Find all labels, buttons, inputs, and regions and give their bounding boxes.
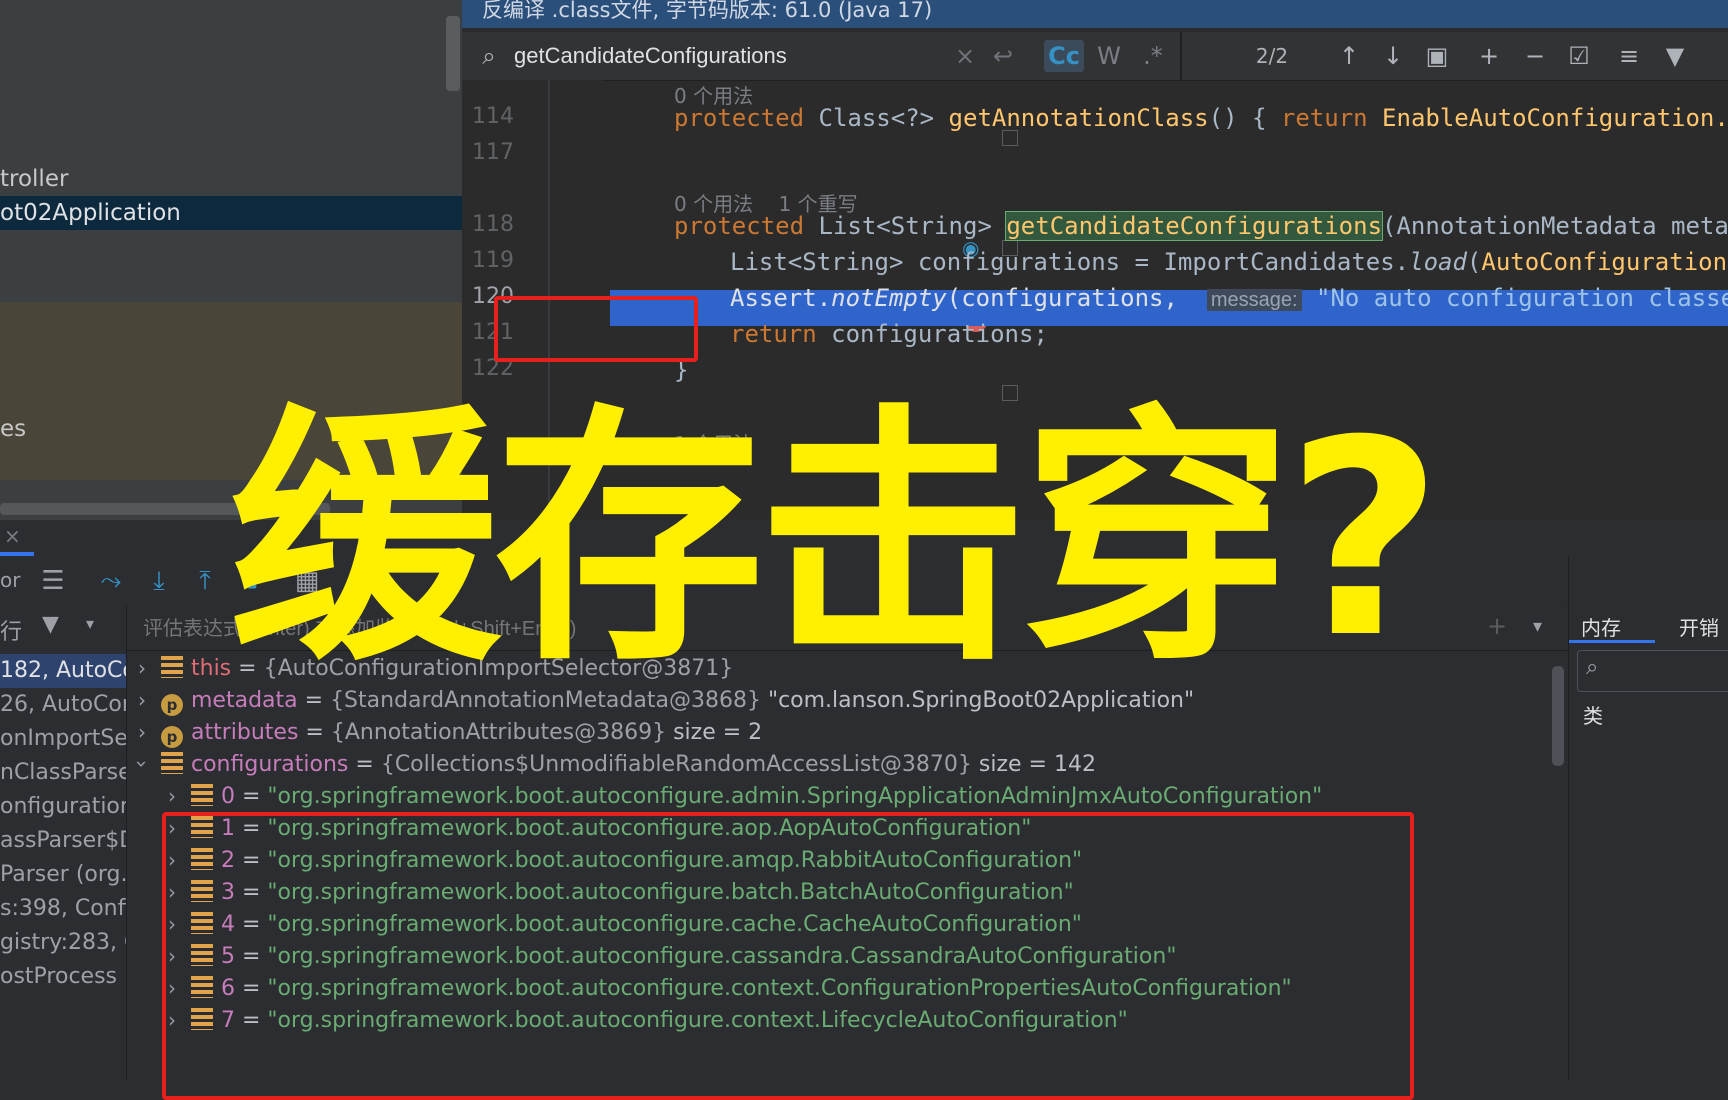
expand-icon: › (168, 784, 176, 808)
code-line-120[interactable]: Assert.notEmpty(configurations, message:… (730, 284, 1728, 312)
frames-list-icon[interactable]: ☰ (36, 564, 70, 598)
expand-icon: › (138, 688, 146, 712)
add-occurrence-icon[interactable]: + (1472, 40, 1506, 72)
project-item-controller[interactable]: troller (0, 162, 462, 196)
list-item-row[interactable]: › 0 = "org.springframework.boot.autoconfi… (157, 779, 1322, 813)
frame-item[interactable]: Parser (org.s (0, 858, 126, 892)
dropdown-icon[interactable]: ▾ (86, 614, 94, 633)
close-icon[interactable]: × (4, 524, 21, 548)
find-bar: ⌕ × ↩ Cc W .* 2/2 ↑ ↓ ▣ + − ☑ ≡ ▼ (462, 32, 1728, 81)
banner-text: 反编译 .class文件, 字节码版本: 61.0 (Java 17) (482, 0, 933, 22)
filter-icon[interactable]: ▼ (1658, 40, 1692, 72)
regex-toggle[interactable]: .* (1136, 40, 1170, 72)
param-icon: p (161, 694, 183, 716)
match-count: 2/2 (1255, 44, 1289, 68)
step-out-icon[interactable]: ⤒ (188, 564, 222, 598)
breakpoint-highlight-box (494, 296, 698, 362)
project-item-label: es (0, 416, 27, 442)
variable-row[interactable]: › p attributes = {AnnotationAttributes@386… (127, 715, 762, 749)
frames-header: 行 (0, 620, 23, 645)
param-icon: p (161, 726, 183, 748)
memory-panel: 内存 开销 ⌕ 类 (1568, 556, 1728, 1080)
match-case-toggle[interactable]: Cc (1044, 40, 1084, 72)
words-toggle[interactable]: W (1092, 40, 1126, 72)
frame-item[interactable]: gistry:283, C (0, 926, 126, 960)
filter-icon[interactable]: ▼ (42, 612, 59, 637)
frames-panel: 行 ▼ ▾ 182, AutoCor 26, AutoCon onImportS… (0, 606, 127, 1080)
next-match-icon[interactable]: ↓ (1376, 40, 1410, 72)
frame-item[interactable]: nClassParser (0, 756, 126, 790)
search-icon[interactable]: ⌕ (472, 40, 506, 72)
collapse-icon: › (130, 760, 154, 768)
line-number: 119 (472, 248, 514, 273)
remove-occurrence-icon[interactable]: − (1518, 40, 1552, 72)
expand-icon: › (138, 720, 146, 744)
tab-overhead[interactable]: 开销 (1679, 612, 1719, 641)
project-item-label: ot02Application (0, 200, 181, 226)
project-item-application[interactable]: ot02Application (0, 196, 462, 230)
configurations-highlight-box (162, 812, 1414, 1100)
step-into-icon[interactable]: ⤓ (142, 564, 176, 598)
project-scrollbar[interactable] (446, 16, 460, 91)
project-item-label: troller (0, 166, 69, 192)
field-icon (161, 656, 183, 678)
code-line-114[interactable]: protected Class<?> getAnnotationClass() … (674, 104, 1728, 132)
decompiled-banner: 反编译 .class文件, 字节码版本: 61.0 (Java 17) (462, 0, 1728, 28)
code-line-121[interactable]: return configurations; (730, 320, 1048, 348)
frame-item[interactable]: onImportSel (0, 722, 126, 756)
expand-icon: › (138, 656, 146, 680)
frame-item[interactable]: 26, AutoCon (0, 688, 126, 722)
frame-item[interactable]: ostProcess (0, 960, 126, 994)
select-occurrences-icon[interactable]: ☑ (1562, 40, 1596, 72)
select-all-icon[interactable]: ▣ (1420, 40, 1454, 72)
search-input[interactable] (512, 38, 916, 74)
toolbar-label: or (0, 568, 21, 592)
code-line-118[interactable]: protected List<String> getCandidateConfi… (674, 211, 1728, 241)
field-icon (191, 784, 213, 806)
overlay-title: 缓存击穿? (230, 382, 1443, 697)
frame-item[interactable]: onfigurationC (0, 790, 126, 824)
frame-item[interactable]: 182, AutoCor (0, 654, 126, 688)
class-search-input[interactable]: ⌕ (1577, 650, 1728, 692)
in-selection-icon[interactable]: ≡ (1612, 40, 1646, 72)
field-icon (161, 752, 183, 774)
line-number: 117 (472, 140, 514, 165)
divider (1180, 32, 1182, 80)
new-line-icon[interactable]: ↩ (986, 40, 1020, 72)
variable-row[interactable]: › configurations = {Collections$Unmodifia… (127, 747, 1096, 781)
clear-icon[interactable]: × (950, 40, 980, 72)
prev-match-icon[interactable]: ↑ (1332, 40, 1366, 72)
line-number: 118 (472, 212, 514, 237)
frame-item[interactable]: s:398, Config (0, 892, 126, 926)
class-column-header: 类 (1583, 704, 1603, 728)
frame-item[interactable]: assParser$De (0, 824, 126, 858)
step-over-icon[interactable]: ⤳ (94, 564, 128, 598)
fold-icon[interactable] (1002, 130, 1018, 146)
search-match: getCandidateConfigurations (1005, 211, 1384, 241)
code-line-119[interactable]: List<String> configurations = ImportCand… (730, 248, 1728, 276)
param-hint: message: (1206, 289, 1302, 311)
line-number: 114 (472, 104, 514, 129)
